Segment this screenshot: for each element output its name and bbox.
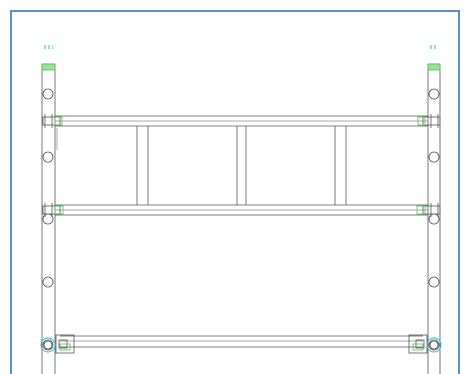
drawing-background bbox=[0, 0, 467, 374]
rung-2[interactable] bbox=[42, 203, 441, 217]
cad-viewport[interactable] bbox=[0, 0, 467, 374]
right-upright-cap-accent bbox=[427, 63, 441, 71]
rung-1[interactable] bbox=[42, 114, 441, 128]
ladder-drawing[interactable] bbox=[0, 0, 467, 374]
left-upright-cap-accent bbox=[41, 63, 56, 71]
